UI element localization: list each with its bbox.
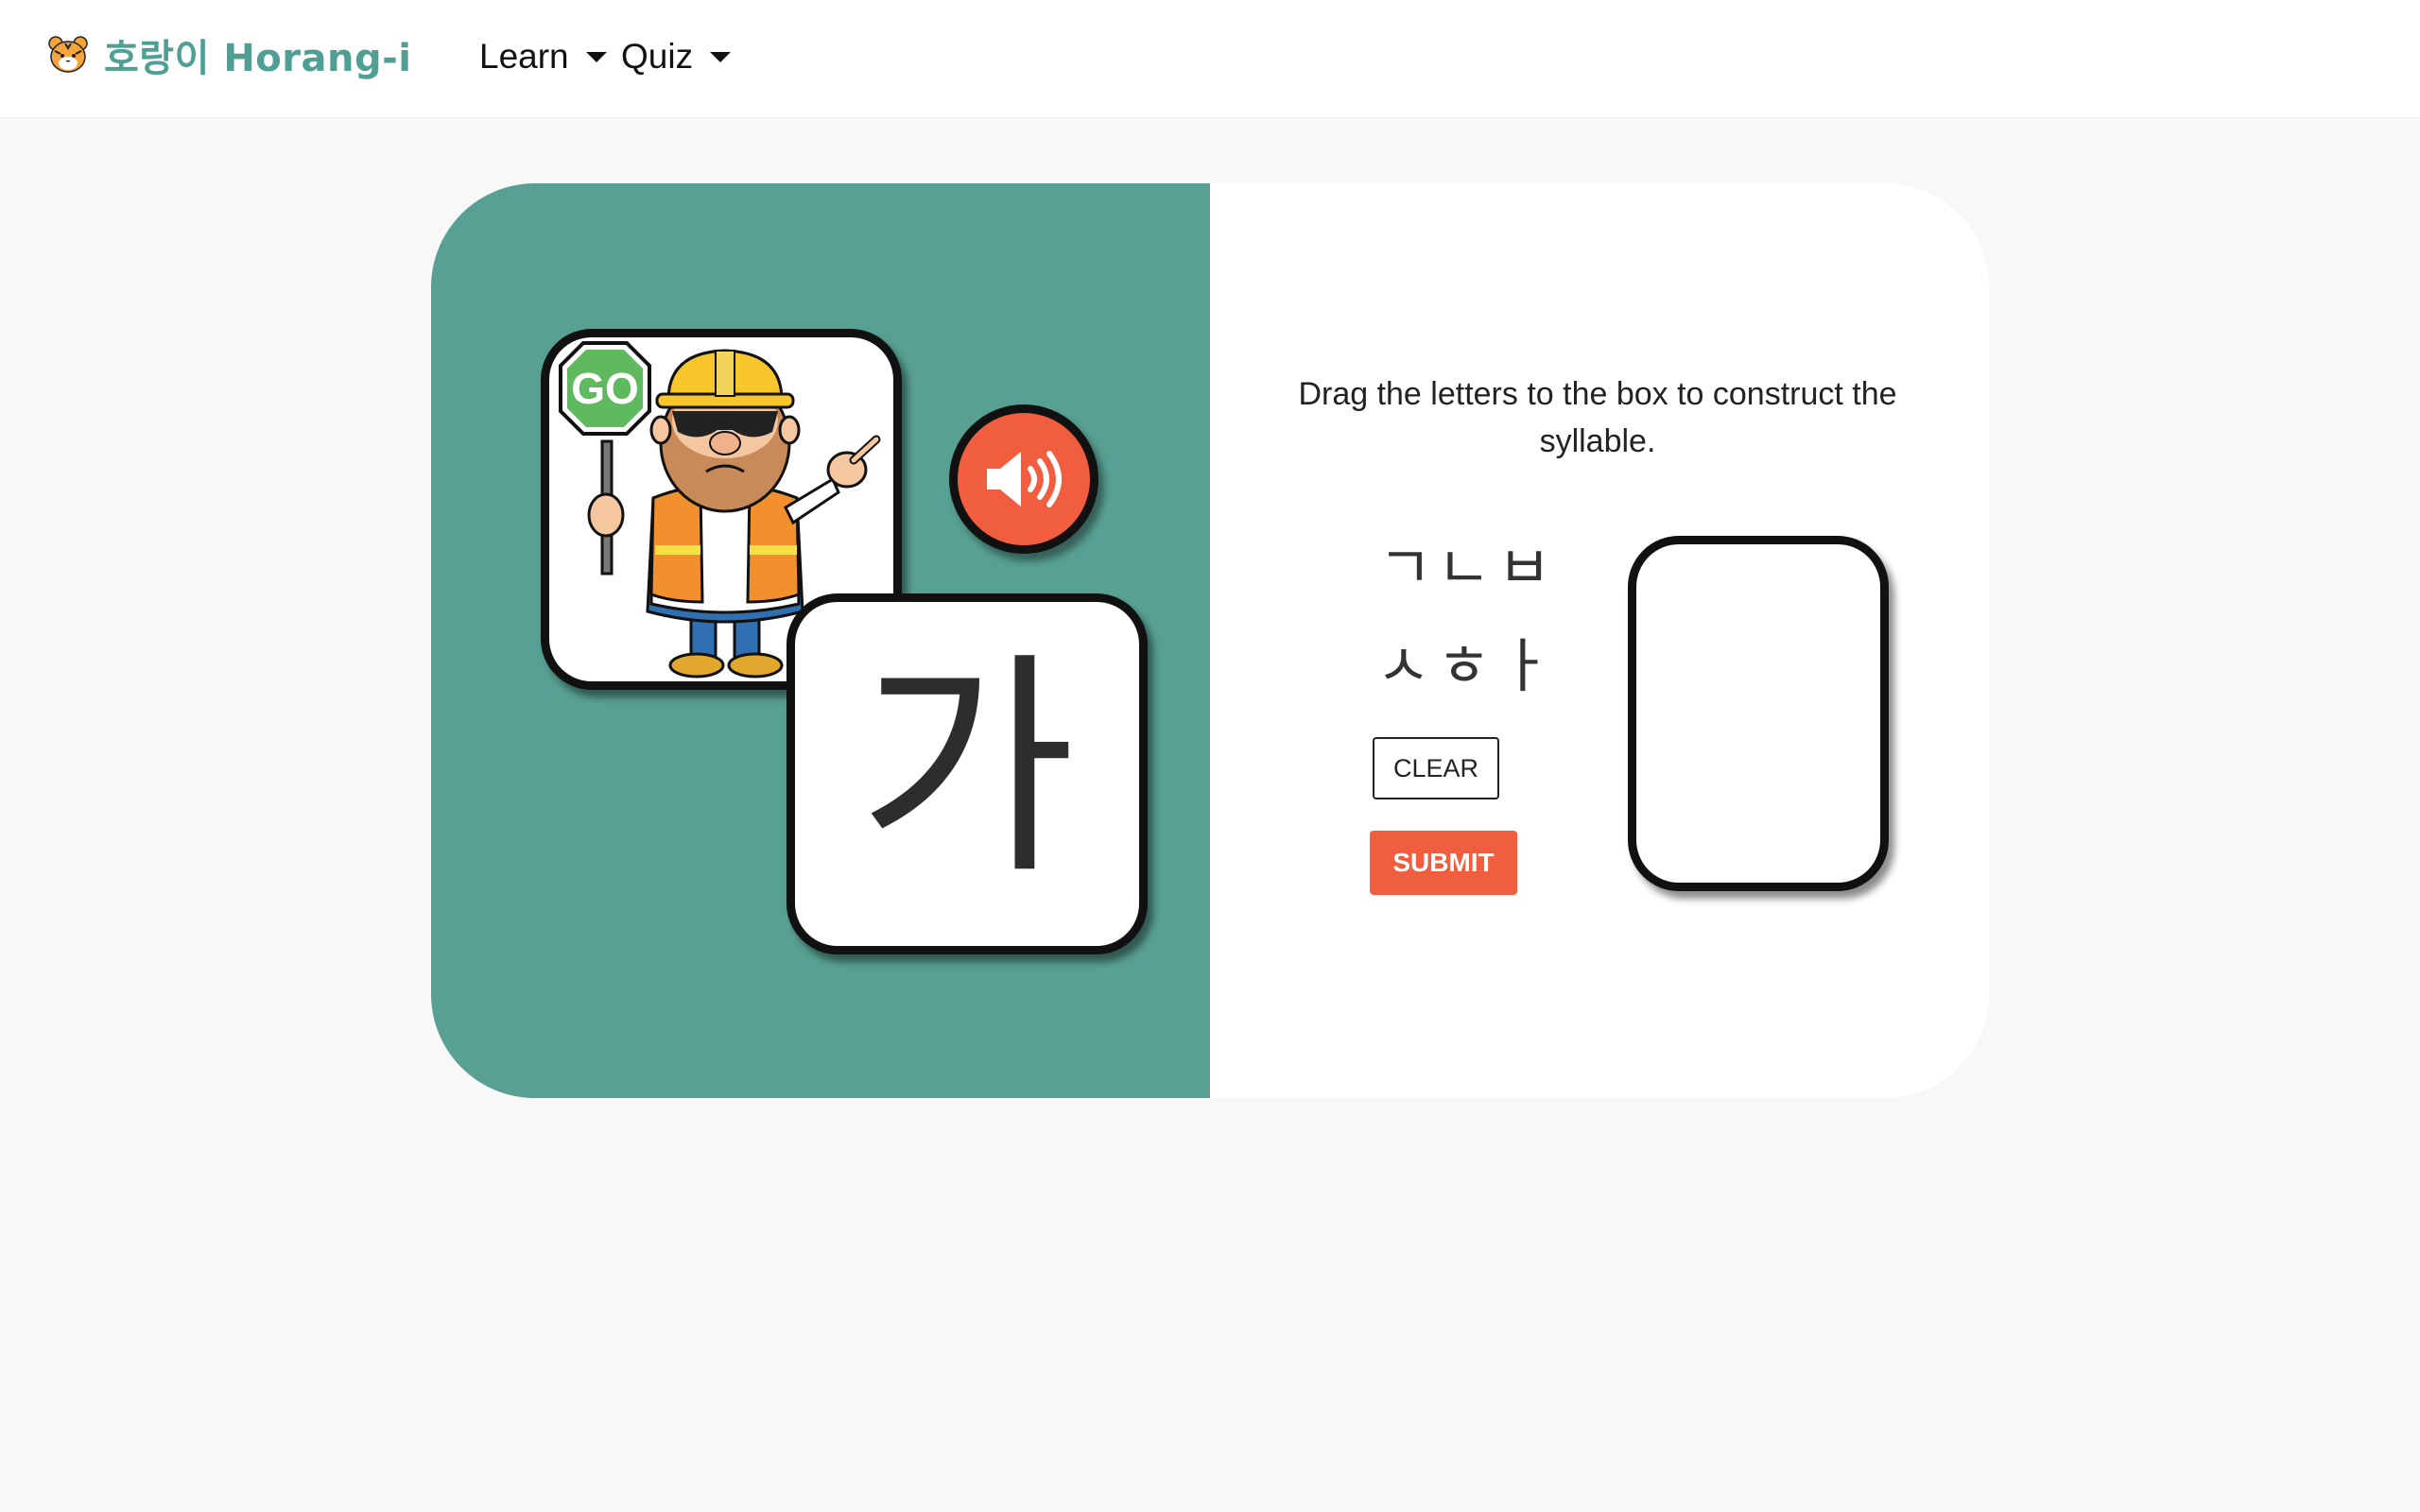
instructions-text: Drag the letters to the box to construct… (1298, 376, 1897, 459)
nav-quiz-dropdown[interactable]: Quiz (621, 28, 732, 85)
nav-learn-dropdown[interactable]: Learn (479, 28, 607, 85)
nav-learn-label: Learn (479, 37, 569, 76)
caret-down-icon (710, 51, 732, 62)
letter-tile-giyeok[interactable]: ㄱ (1378, 539, 1432, 597)
nav-quiz-label: Quiz (621, 37, 694, 76)
caret-down-icon (585, 51, 607, 62)
brand-name: 호랑이 Horang-i (104, 37, 412, 80)
brand-link[interactable]: 호랑이 Horang-i (47, 26, 411, 83)
go-sign-text: GO (571, 364, 639, 413)
top-navbar: 호랑이 Horang-i Learn Quiz (0, 0, 2420, 117)
letter-tile-hieut[interactable]: ㅎ (1437, 637, 1491, 696)
tiger-face-icon (48, 36, 88, 73)
syllable-tile: 가 (786, 593, 1148, 954)
letter-tile-nieun[interactable]: ㄴ (1437, 539, 1491, 597)
lesson-visual-panel: GO 가 (431, 183, 1210, 1098)
play-sound-button[interactable] (949, 404, 1098, 554)
letter-tile-a[interactable]: ㅏ (1497, 637, 1551, 696)
letter-tile-bieup[interactable]: ㅂ (1497, 539, 1551, 597)
submit-button[interactable]: SUBMIT (1370, 831, 1517, 895)
syllable-drop-box[interactable] (1628, 536, 1889, 891)
letter-tile-siot[interactable]: ㅅ (1376, 637, 1430, 696)
clear-button[interactable]: CLEAR (1373, 737, 1499, 799)
syllable-character: 가 (858, 631, 1076, 906)
speaker-icon (987, 451, 1062, 507)
